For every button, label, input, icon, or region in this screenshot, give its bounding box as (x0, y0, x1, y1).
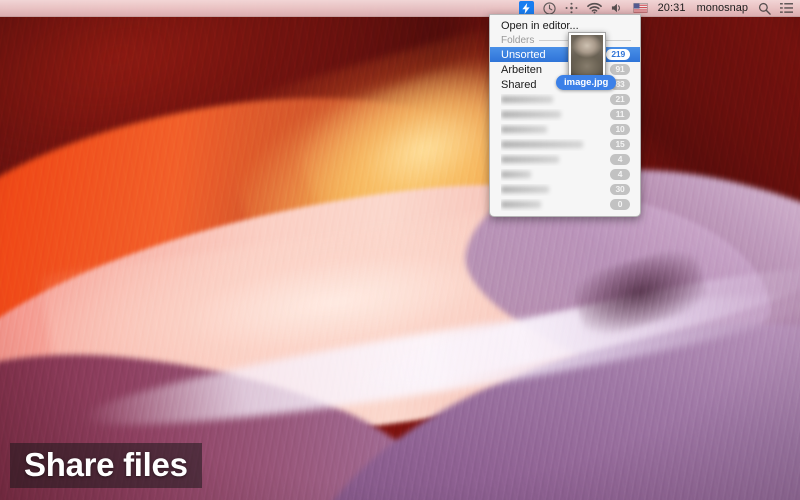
menu-item-open-in-editor[interactable]: Open in editor... (490, 18, 640, 33)
folder-label (501, 199, 610, 211)
folder-label (501, 184, 610, 196)
folder-label (501, 169, 610, 181)
macos-menubar: 20:31 monosnap (0, 0, 800, 17)
drag-filename-pill: image.jpg (556, 75, 617, 90)
folder-count-badge: 10 (610, 124, 630, 135)
folder-count-badge: 4 (610, 169, 630, 180)
redacted-label (501, 185, 549, 193)
folder-count-badge: 91 (610, 64, 630, 75)
redacted-label (501, 155, 559, 163)
search-icon[interactable] (757, 0, 772, 17)
menu-item-folder[interactable]: 21 (490, 92, 640, 107)
folder-count-badge: 0 (610, 199, 630, 210)
redacted-label (501, 95, 553, 103)
folder-label (501, 124, 610, 136)
folder-count-badge: 21 (610, 94, 630, 105)
redacted-label (501, 200, 541, 208)
redacted-label (501, 140, 583, 148)
desktop-wallpaper (0, 0, 800, 500)
desktop-screen: 20:31 monosnap Open in editor... Folders… (0, 0, 800, 500)
folder-count-badge: 15 (610, 139, 630, 150)
redacted-label (501, 110, 561, 118)
thumbnail-photo (571, 35, 603, 76)
menubar-clock[interactable]: 20:31 (656, 0, 688, 17)
menubar-username[interactable]: monosnap (695, 0, 750, 17)
menu-section-folders: Folders (490, 33, 640, 47)
menu-item-folder[interactable]: 15 (490, 137, 640, 152)
monosnap-dropdown-menu[interactable]: Open in editor... Folders Unsorted 219 Arb… (489, 14, 641, 217)
folder-label (501, 109, 610, 121)
caption-banner: Share files (10, 443, 202, 488)
list-icon[interactable] (779, 0, 794, 17)
menu-item-label: Open in editor... (501, 19, 579, 32)
section-label: Folders (501, 34, 535, 46)
caption-text: Share files (24, 446, 188, 483)
menu-item-folder[interactable]: 30 (490, 182, 640, 197)
menu-item-folder[interactable]: 0 (490, 197, 640, 212)
menu-item-folder[interactable]: Unsorted 219 (490, 47, 640, 62)
folder-count-badge: 4 (610, 154, 630, 165)
dragged-image-thumbnail[interactable] (568, 32, 606, 79)
folder-count-badge: 219 (606, 49, 630, 60)
menu-item-folder[interactable]: 4 (490, 152, 640, 167)
folder-label (501, 94, 610, 106)
menu-item-folder[interactable]: 4 (490, 167, 640, 182)
menu-item-folder[interactable]: 11 (490, 107, 640, 122)
redacted-label (501, 125, 547, 133)
folder-count-badge: 30 (610, 184, 630, 195)
folder-count-badge: 11 (610, 109, 630, 120)
redacted-label (501, 170, 531, 178)
folder-label (501, 139, 610, 151)
menu-item-folder[interactable]: 10 (490, 122, 640, 137)
folder-label (501, 154, 610, 166)
